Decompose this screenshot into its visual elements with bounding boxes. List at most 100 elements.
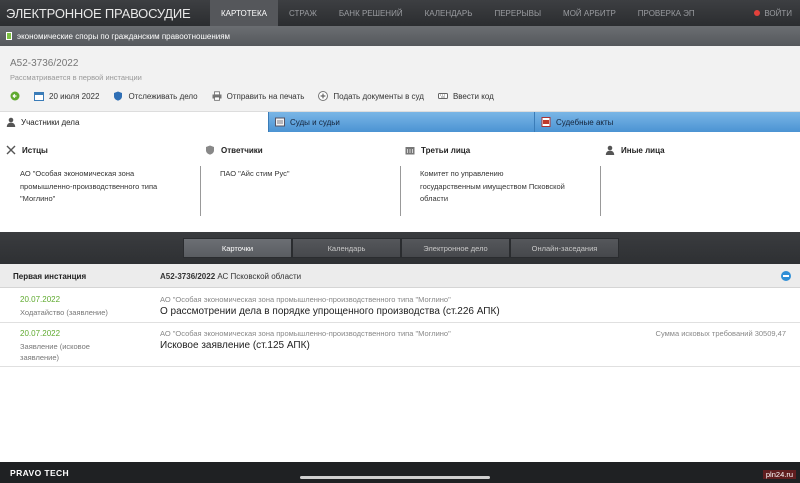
defendant-line[interactable]: ПАО "Айс стим Рус": [220, 168, 290, 181]
third-party-line[interactable]: Комитет по управлению: [420, 168, 565, 181]
view-switcher-band: Карточки Календарь Электронное дело Онла…: [0, 232, 800, 264]
instance-label: Первая инстанция: [13, 272, 87, 281]
list-item[interactable]: 20.07.2022 Заявление (исковое заявление)…: [0, 323, 800, 367]
main-nav: КАРТОТЕКА СТРАЖ БАНК РЕШЕНИЙ КАЛЕНДАРЬ П…: [210, 0, 706, 26]
app-root: ЭЛЕКТРОННОЕ ПРАВОСУДИЕ КАРТОТЕКА СТРАЖ Б…: [0, 0, 800, 483]
case-number: А52-3736/2022: [10, 58, 79, 69]
nav-item-bank-resheniy[interactable]: БАНК РЕШЕНИЙ: [328, 0, 414, 26]
third-parties-title: Третьи лица: [421, 145, 471, 155]
plaintiff-line[interactable]: АО "Особая экономическая зона: [20, 168, 157, 181]
submit-documents-label: Подать документы в суд: [333, 91, 424, 101]
tab-court-acts[interactable]: Судебные акты: [534, 112, 800, 132]
calendar-icon: [34, 92, 44, 101]
entry-date: 20.07.2022: [20, 295, 61, 304]
other-persons-title: Иные лица: [621, 145, 665, 155]
shield-icon: [114, 91, 123, 101]
case-category-bar: экономические споры по гражданским право…: [0, 26, 800, 46]
nav-item-calendar[interactable]: КАЛЕНДАРЬ: [414, 0, 484, 26]
case-actions: 20 июля 2022 Отслеживать дело Отправить …: [10, 91, 508, 101]
print-button[interactable]: Отправить на печать: [212, 91, 305, 101]
tab-participants-label: Участники дела: [21, 117, 80, 127]
home-indicator[interactable]: [300, 476, 490, 479]
entry-organization: АО "Особая экономическая зона промышленн…: [160, 295, 451, 304]
third-parties-list: Комитет по управлению государственным им…: [420, 168, 565, 206]
track-case-button[interactable]: Отслеживать дело: [113, 91, 198, 101]
shield-icon: [206, 145, 214, 155]
back-button[interactable]: [10, 91, 20, 101]
printer-icon: [212, 91, 222, 101]
court-icon: [275, 117, 285, 127]
instance-info: А52-3736/2022 АС Псковской области: [160, 272, 301, 281]
third-parties-heading: Третьи лица: [405, 145, 470, 155]
footer-logo: PRAVO TECH: [10, 467, 70, 478]
print-label: Отправить на печать: [226, 91, 305, 101]
view-tabs: Карточки Календарь Электронное дело Онла…: [183, 238, 619, 258]
list-item[interactable]: 20.07.2022 Ходатайство (заявление) АО "О…: [0, 289, 800, 323]
login-button[interactable]: ВОЙТИ: [754, 0, 792, 26]
top-navigation-bar: ЭЛЕКТРОННОЕ ПРАВОСУДИЕ КАРТОТЕКА СТРАЖ Б…: [0, 0, 800, 26]
site-brand[interactable]: ЭЛЕКТРОННОЕ ПРАВОСУДИЕ: [0, 6, 210, 21]
claim-amount: Сумма исковых требований 30509,47: [655, 329, 786, 338]
crossed-swords-icon: [6, 145, 16, 155]
tab-calendar[interactable]: Календарь: [292, 238, 401, 258]
nav-item-breaks[interactable]: ПЕРЕРЫВЫ: [483, 0, 552, 26]
entry-kind-line: заявление): [20, 353, 60, 362]
entry-date: 20.07.2022: [20, 329, 61, 338]
column-divider: [600, 166, 601, 216]
plaintiffs-heading: Истцы: [6, 145, 48, 155]
case-status: Рассматривается в первой инстанции: [10, 73, 142, 82]
tab-cards[interactable]: Карточки: [183, 238, 292, 258]
defendants-list: ПАО "Айс стим Рус": [220, 168, 290, 181]
login-label: ВОЙТИ: [764, 8, 792, 18]
other-persons-heading: Иные лица: [605, 145, 665, 155]
defendants-title: Ответчики: [221, 145, 263, 155]
participants-panel: Истцы АО "Особая экономическая зона пром…: [0, 132, 800, 232]
entry-kind: Ходатайство (заявление): [20, 307, 108, 318]
nav-item-kartoteka[interactable]: КАРТОТЕКА: [210, 0, 278, 26]
column-divider: [400, 166, 401, 216]
plaintiffs-title: Истцы: [22, 145, 48, 155]
entry-kind-line: Заявление (исковое: [20, 342, 90, 351]
tab-courts-judges-label: Суды и судьи: [290, 117, 340, 127]
entry-title[interactable]: Исковое заявление (ст.125 АПК): [160, 340, 310, 351]
collapse-icon[interactable]: [781, 271, 791, 281]
entry-organization: АО "Особая экономическая зона промышленн…: [160, 329, 451, 338]
plaintiff-line[interactable]: "Моглино": [20, 193, 157, 206]
column-divider: [200, 166, 201, 216]
third-party-line[interactable]: области: [420, 193, 565, 206]
nav-item-my-arbitr[interactable]: МОЙ АРБИТР: [552, 0, 627, 26]
building-icon: [405, 147, 415, 155]
watermark: pln24.ru: [762, 470, 796, 479]
tab-court-acts-label: Судебные акты: [556, 117, 614, 127]
tab-courts-judges[interactable]: Суды и судьи: [268, 112, 534, 132]
entry-kind-line: Ходатайство (заявление): [20, 308, 108, 317]
defendants-heading: Ответчики: [205, 145, 263, 155]
person-icon: [6, 117, 16, 127]
person-icon: [605, 145, 615, 155]
case-date: 20 июля 2022: [34, 91, 99, 101]
case-date-label: 20 июля 2022: [49, 91, 100, 101]
plaintiffs-list: АО "Особая экономическая зона промышленн…: [20, 168, 157, 206]
footer-bar: PRAVO TECH: [0, 462, 800, 483]
enter-code-button[interactable]: Ввести код: [437, 91, 494, 101]
plaintiff-line[interactable]: промышленно-производственного типа: [20, 181, 157, 194]
case-header: А52-3736/2022 Рассматривается в первой и…: [0, 46, 800, 112]
add-circle-icon: [318, 91, 329, 101]
case-category: экономические споры по гражданским право…: [17, 31, 231, 41]
instance-header[interactable]: Первая инстанция А52-3736/2022 АС Псковс…: [0, 264, 800, 288]
tab-online-hearings[interactable]: Онлайн-заседания: [510, 238, 619, 258]
login-dot-icon: [754, 10, 761, 16]
third-party-line[interactable]: государственным имуществом Псковской: [420, 181, 565, 194]
track-case-label: Отслеживать дело: [128, 91, 198, 101]
nav-item-strazh[interactable]: СТРАЖ: [278, 0, 328, 26]
tab-participants[interactable]: Участники дела: [0, 112, 268, 132]
nav-item-check-signature[interactable]: ПРОВЕРКА ЭП: [627, 0, 706, 26]
instance-court: АС Псковской области: [217, 272, 302, 281]
document-icon: [6, 32, 12, 40]
keyboard-icon: [437, 93, 448, 99]
case-tabs: Участники дела Суды и судьи Судебные акт…: [0, 112, 800, 132]
submit-documents-button[interactable]: Подать документы в суд: [318, 91, 424, 101]
entry-title[interactable]: О рассмотрении дела в порядке упрощенног…: [160, 306, 500, 317]
tab-electronic-case[interactable]: Электронное дело: [401, 238, 510, 258]
instance-case-ref: А52-3736/2022: [160, 272, 216, 281]
